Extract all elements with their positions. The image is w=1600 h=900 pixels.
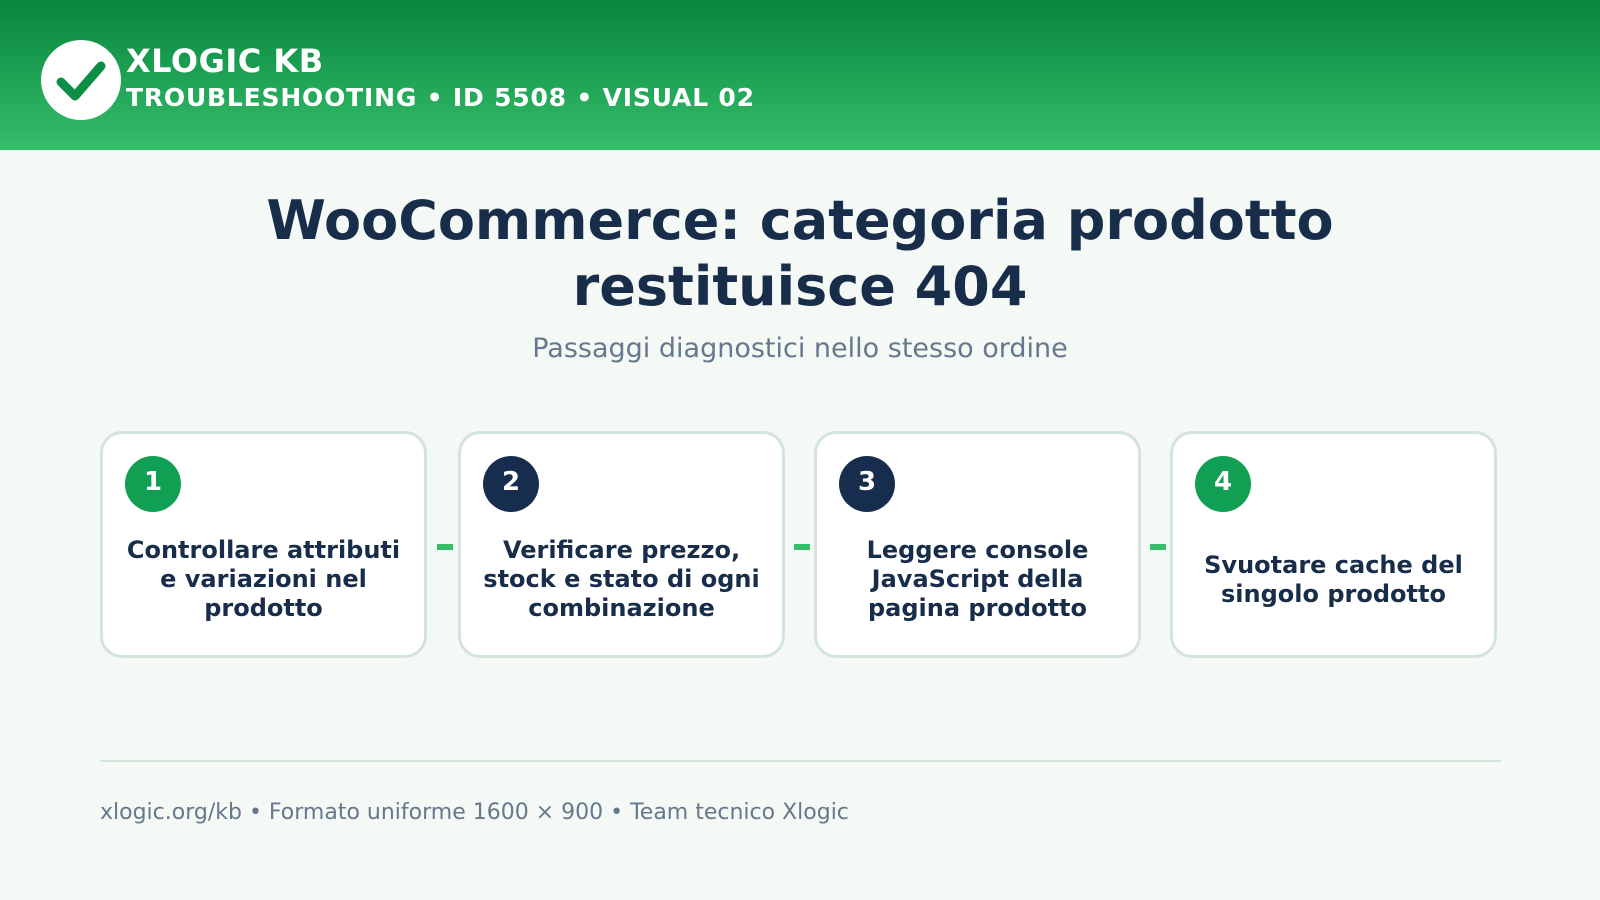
page-subtitle: Passaggi diagnostici nello stesso ordine bbox=[532, 333, 1068, 364]
page-title-line-2: restituisce 404 bbox=[572, 255, 1028, 318]
step-badge-1: 1 bbox=[125, 456, 181, 512]
step-text-3: Leggere console JavaScript della pagina … bbox=[866, 536, 1089, 622]
page-title: WooCommerce: categoria prodotto restitui… bbox=[0, 188, 1600, 320]
step-text-1: Controllare attributi e variazioni nel p… bbox=[126, 536, 401, 622]
step-card-3: 3 Leggere console JavaScript della pagin… bbox=[814, 431, 1141, 658]
step-card-1: 1 Controllare attributi e variazioni nel… bbox=[100, 431, 427, 658]
step-badge-4: 4 bbox=[1195, 456, 1251, 512]
step-badge-2: 2 bbox=[483, 456, 539, 512]
step-badge-3: 3 bbox=[839, 456, 895, 512]
step-connector-2 bbox=[794, 544, 810, 550]
footer-divider bbox=[100, 760, 1501, 762]
step-text-2: Verificare prezzo, stock e stato di ogni… bbox=[483, 536, 760, 622]
brand-logo bbox=[41, 40, 121, 120]
step-connector-3 bbox=[1150, 544, 1166, 550]
step-card-4: 4 Svuotare cache del singolo prodotto bbox=[1170, 431, 1497, 658]
checkmark-icon bbox=[56, 61, 106, 101]
step-card-2: 2 Verificare prezzo, stock e stato di og… bbox=[458, 431, 785, 658]
footer-text: xlogic.org/kb • Formato uniforme 1600 × … bbox=[100, 800, 849, 825]
brand-subtitle: TROUBLESHOOTING • ID 5508 • VISUAL 02 bbox=[126, 83, 755, 112]
header-banner: XLOGIC KB TROUBLESHOOTING • ID 5508 • VI… bbox=[0, 0, 1600, 150]
page-title-line-1: WooCommerce: categoria prodotto bbox=[266, 189, 1334, 252]
step-text-4: Svuotare cache del singolo prodotto bbox=[1204, 550, 1463, 608]
brand-name: XLOGIC KB bbox=[126, 42, 324, 80]
step-connector-1 bbox=[437, 544, 453, 550]
